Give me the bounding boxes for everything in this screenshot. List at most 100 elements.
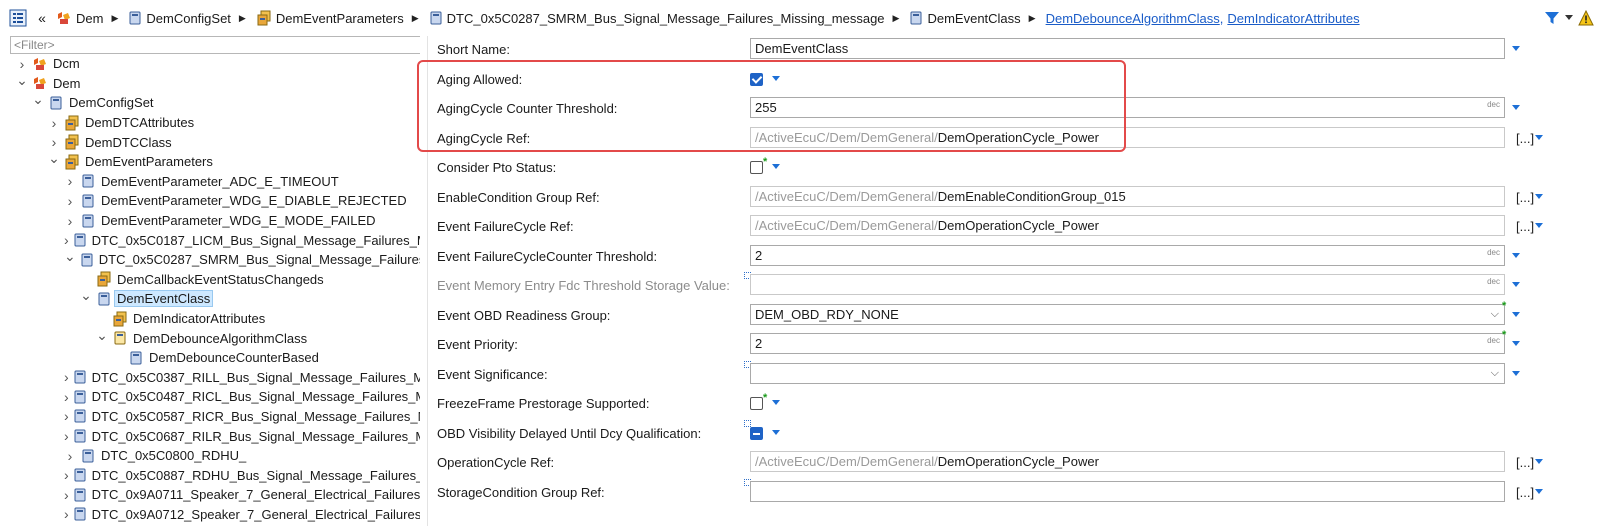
breadcrumb-item-dem[interactable]: Dem bbox=[56, 10, 103, 26]
row-freeze-frame: FreezeFrame Prestorage Supported: * bbox=[428, 390, 1598, 420]
expand-chevron-right-icon[interactable]: › bbox=[64, 487, 69, 503]
operation-cycle-ref-input[interactable]: /ActiveEcuC/Dem/DemGeneral/DemOperationC… bbox=[750, 451, 1505, 472]
breadcrumb-link-indicator[interactable]: DemIndicatorAttributes bbox=[1227, 11, 1359, 26]
tree-node[interactable]: › DTC_0x5C0187_LICM_Bus_Signal_Message_Fa… bbox=[0, 230, 420, 250]
tree-node[interactable]: › DemEventParameter_ADC_E_TIMEOUT bbox=[0, 172, 420, 192]
storage-condition-browse-button[interactable]: [...] bbox=[1516, 485, 1534, 500]
warning-icon[interactable] bbox=[1576, 8, 1596, 28]
outline-view-icon[interactable] bbox=[8, 8, 28, 28]
expand-chevron-right-icon[interactable]: › bbox=[64, 448, 76, 464]
tree-node[interactable]: ⌄ DemEventParameters bbox=[0, 150, 420, 172]
breadcrumb-item-dtc[interactable]: DTC_0x5C0287_SMRM_Bus_Signal_Message_Fai… bbox=[429, 11, 885, 26]
expand-chevron-right-icon[interactable]: › bbox=[64, 389, 69, 405]
tree-node[interactable]: › DTC_0x9A0712_Speaker_7_General_Electric… bbox=[0, 505, 420, 525]
tree-node[interactable]: › Dcm bbox=[0, 54, 420, 74]
expand-chevron-right-icon[interactable]: › bbox=[64, 467, 69, 483]
aging-ref-browse-button[interactable]: [...] bbox=[1516, 131, 1534, 146]
operation-cycle-ref-browse-button[interactable]: [...] bbox=[1516, 455, 1534, 470]
tree-filter-input[interactable]: <Filter> bbox=[10, 36, 420, 54]
aging-threshold-input[interactable]: 255 dec bbox=[750, 97, 1505, 118]
obd-visibility-checkbox[interactable] bbox=[750, 426, 763, 440]
obd-readiness-label: Event OBD Readiness Group: bbox=[437, 307, 611, 323]
collapse-chevron-down-icon[interactable]: ⌄ bbox=[80, 287, 92, 304]
aging-ref-input[interactable]: /ActiveEcuC/Dem/DemGeneral/DemOperationC… bbox=[750, 126, 1505, 148]
expand-chevron-right-icon[interactable]: › bbox=[16, 56, 28, 72]
collapse-chevron-down-icon[interactable]: ⌄ bbox=[64, 248, 76, 265]
breadcrumb-link-debounce[interactable]: DemDebounceAlgorithmClass bbox=[1046, 11, 1220, 26]
aging-ref-dropdown-icon[interactable] bbox=[1535, 134, 1543, 140]
tree-node[interactable]: DemIndicatorAttributes bbox=[0, 309, 420, 329]
priority-input[interactable]: 2 dec bbox=[750, 333, 1505, 354]
aging-allowed-dropdown-icon[interactable] bbox=[772, 75, 780, 81]
container-icon bbox=[80, 193, 96, 209]
failure-threshold-input[interactable]: 2 dec bbox=[750, 244, 1505, 266]
tree-node[interactable]: › DTC_0x5C0587_RICR_Bus_Signal_Message_Fa… bbox=[0, 407, 420, 427]
expand-chevron-right-icon[interactable]: › bbox=[64, 408, 69, 424]
filter-icon[interactable] bbox=[1542, 8, 1562, 28]
failure-threshold-dropdown-icon[interactable] bbox=[1512, 252, 1520, 258]
fdc-threshold-input[interactable]: dec bbox=[750, 274, 1505, 295]
tree-node[interactable]: › DemDTCClass bbox=[0, 132, 420, 152]
expand-chevron-right-icon[interactable]: › bbox=[64, 232, 69, 248]
expand-chevron-right-icon[interactable]: › bbox=[64, 173, 76, 189]
enable-condition-browse-button[interactable]: [...] bbox=[1516, 190, 1534, 205]
priority-dropdown-icon[interactable] bbox=[1512, 341, 1520, 346]
collapse-chevron-down-icon[interactable]: ⌄ bbox=[48, 150, 60, 167]
failure-cycle-ref-input[interactable]: /ActiveEcuC/Dem/DemGeneral/DemOperationC… bbox=[750, 215, 1505, 236]
aging-allowed-checkbox[interactable] bbox=[750, 72, 763, 86]
obd-visibility-dropdown-icon[interactable] bbox=[772, 429, 780, 435]
failure-cycle-ref-dropdown-icon[interactable] bbox=[1535, 223, 1543, 228]
storage-condition-input[interactable] bbox=[750, 480, 1505, 502]
tree-node[interactable]: › DTC_0x9A0711_Speaker_7_General_Electric… bbox=[0, 485, 420, 505]
tree-node[interactable]: ⌄ DemConfigSet bbox=[0, 91, 420, 113]
collapse-chevron-down-icon[interactable]: ⌄ bbox=[96, 327, 108, 344]
expand-chevron-right-icon[interactable]: › bbox=[64, 506, 69, 522]
short-name-dropdown-icon[interactable] bbox=[1512, 46, 1520, 51]
tree-node[interactable]: › DTC_0x5C0887_RDHU_Bus_Signal_Message_Fa… bbox=[0, 465, 420, 485]
significance-select[interactable]: ⌵ bbox=[750, 362, 1505, 384]
tree-node[interactable]: › DTC_0x5C0800_RDHU_ bbox=[0, 446, 420, 466]
tree-node[interactable]: › DTC_0x5C0387_RILL_Bus_Signal_Message_Fa… bbox=[0, 368, 420, 388]
tree-node[interactable]: DemDebounceCounterBased bbox=[0, 348, 420, 368]
expand-chevron-right-icon[interactable]: › bbox=[48, 134, 60, 150]
freeze-frame-dropdown-icon[interactable] bbox=[772, 400, 780, 405]
fdc-threshold-dropdown-icon[interactable] bbox=[1512, 282, 1520, 287]
significance-dropdown-icon[interactable] bbox=[1512, 370, 1520, 376]
tree-node[interactable]: › DemEventParameter_WDG_E_MODE_FAILED bbox=[0, 211, 420, 231]
enable-condition-input[interactable]: /ActiveEcuC/Dem/DemGeneral/DemEnableCond… bbox=[750, 185, 1505, 207]
collapse-chevron-down-icon[interactable]: ⌄ bbox=[32, 91, 44, 108]
pto-status-checkbox[interactable] bbox=[750, 161, 763, 174]
aging-threshold-dropdown-icon[interactable] bbox=[1512, 105, 1520, 110]
tree-node[interactable]: ⌄ DTC_0x5C0287_SMRM_Bus_Signal_Message_Fa… bbox=[0, 248, 420, 270]
container-folder-icon bbox=[64, 134, 80, 150]
obd-readiness-dropdown-icon[interactable] bbox=[1512, 311, 1520, 317]
obd-readiness-select[interactable]: DEM_OBD_RDY_NONE ⌵ bbox=[750, 303, 1505, 325]
expand-chevron-right-icon[interactable]: › bbox=[64, 193, 76, 209]
storage-condition-dropdown-icon[interactable] bbox=[1535, 488, 1543, 494]
tree-node[interactable]: › DemDTCAttributes bbox=[0, 113, 420, 133]
expand-chevron-right-icon[interactable]: › bbox=[64, 369, 69, 385]
breadcrumb-item-demconfigset[interactable]: DemConfigSet bbox=[128, 11, 231, 26]
collapse-chevron-down-icon[interactable]: ⌄ bbox=[16, 72, 28, 89]
double-chevron-left-icon[interactable]: « bbox=[32, 8, 52, 28]
expand-chevron-right-icon[interactable]: › bbox=[48, 115, 60, 131]
tree-node[interactable]: › DemEventParameter_WDG_E_DIABLE_REJECTED bbox=[0, 191, 420, 211]
failure-cycle-ref-browse-button[interactable]: [...] bbox=[1516, 219, 1534, 234]
expand-chevron-right-icon[interactable]: › bbox=[64, 213, 76, 229]
filter-dropdown-icon[interactable] bbox=[1564, 8, 1574, 28]
freeze-frame-checkbox[interactable] bbox=[750, 397, 763, 410]
breadcrumb-item-demeventparameters[interactable]: DemEventParameters bbox=[256, 10, 404, 26]
tree-node[interactable]: ⌄ Dem bbox=[0, 72, 420, 94]
aging-ref-value: DemOperationCycle_Power bbox=[937, 129, 1099, 145]
enable-condition-dropdown-icon[interactable] bbox=[1535, 193, 1543, 199]
operation-cycle-ref-dropdown-icon[interactable] bbox=[1535, 459, 1543, 464]
expand-chevron-right-icon[interactable]: › bbox=[64, 428, 69, 444]
tree-node[interactable]: DemCallbackEventStatusChangeds bbox=[0, 270, 420, 290]
tree-node[interactable]: › DTC_0x5C0687_RILR_Bus_Signal_Message_Fa… bbox=[0, 426, 420, 446]
breadcrumb-item-demeventclass[interactable]: DemEventClass bbox=[909, 11, 1021, 26]
tree-node[interactable]: › DTC_0x5C0487_RICL_Bus_Signal_Message_Fa… bbox=[0, 387, 420, 407]
short-name-input[interactable]: DemEventClass bbox=[750, 38, 1505, 59]
tree-node[interactable]: ⌄ DemEventClass bbox=[0, 287, 420, 309]
pto-status-dropdown-icon[interactable] bbox=[772, 164, 780, 169]
tree-node[interactable]: ⌄ DemDebounceAlgorithmClass bbox=[0, 327, 420, 348]
